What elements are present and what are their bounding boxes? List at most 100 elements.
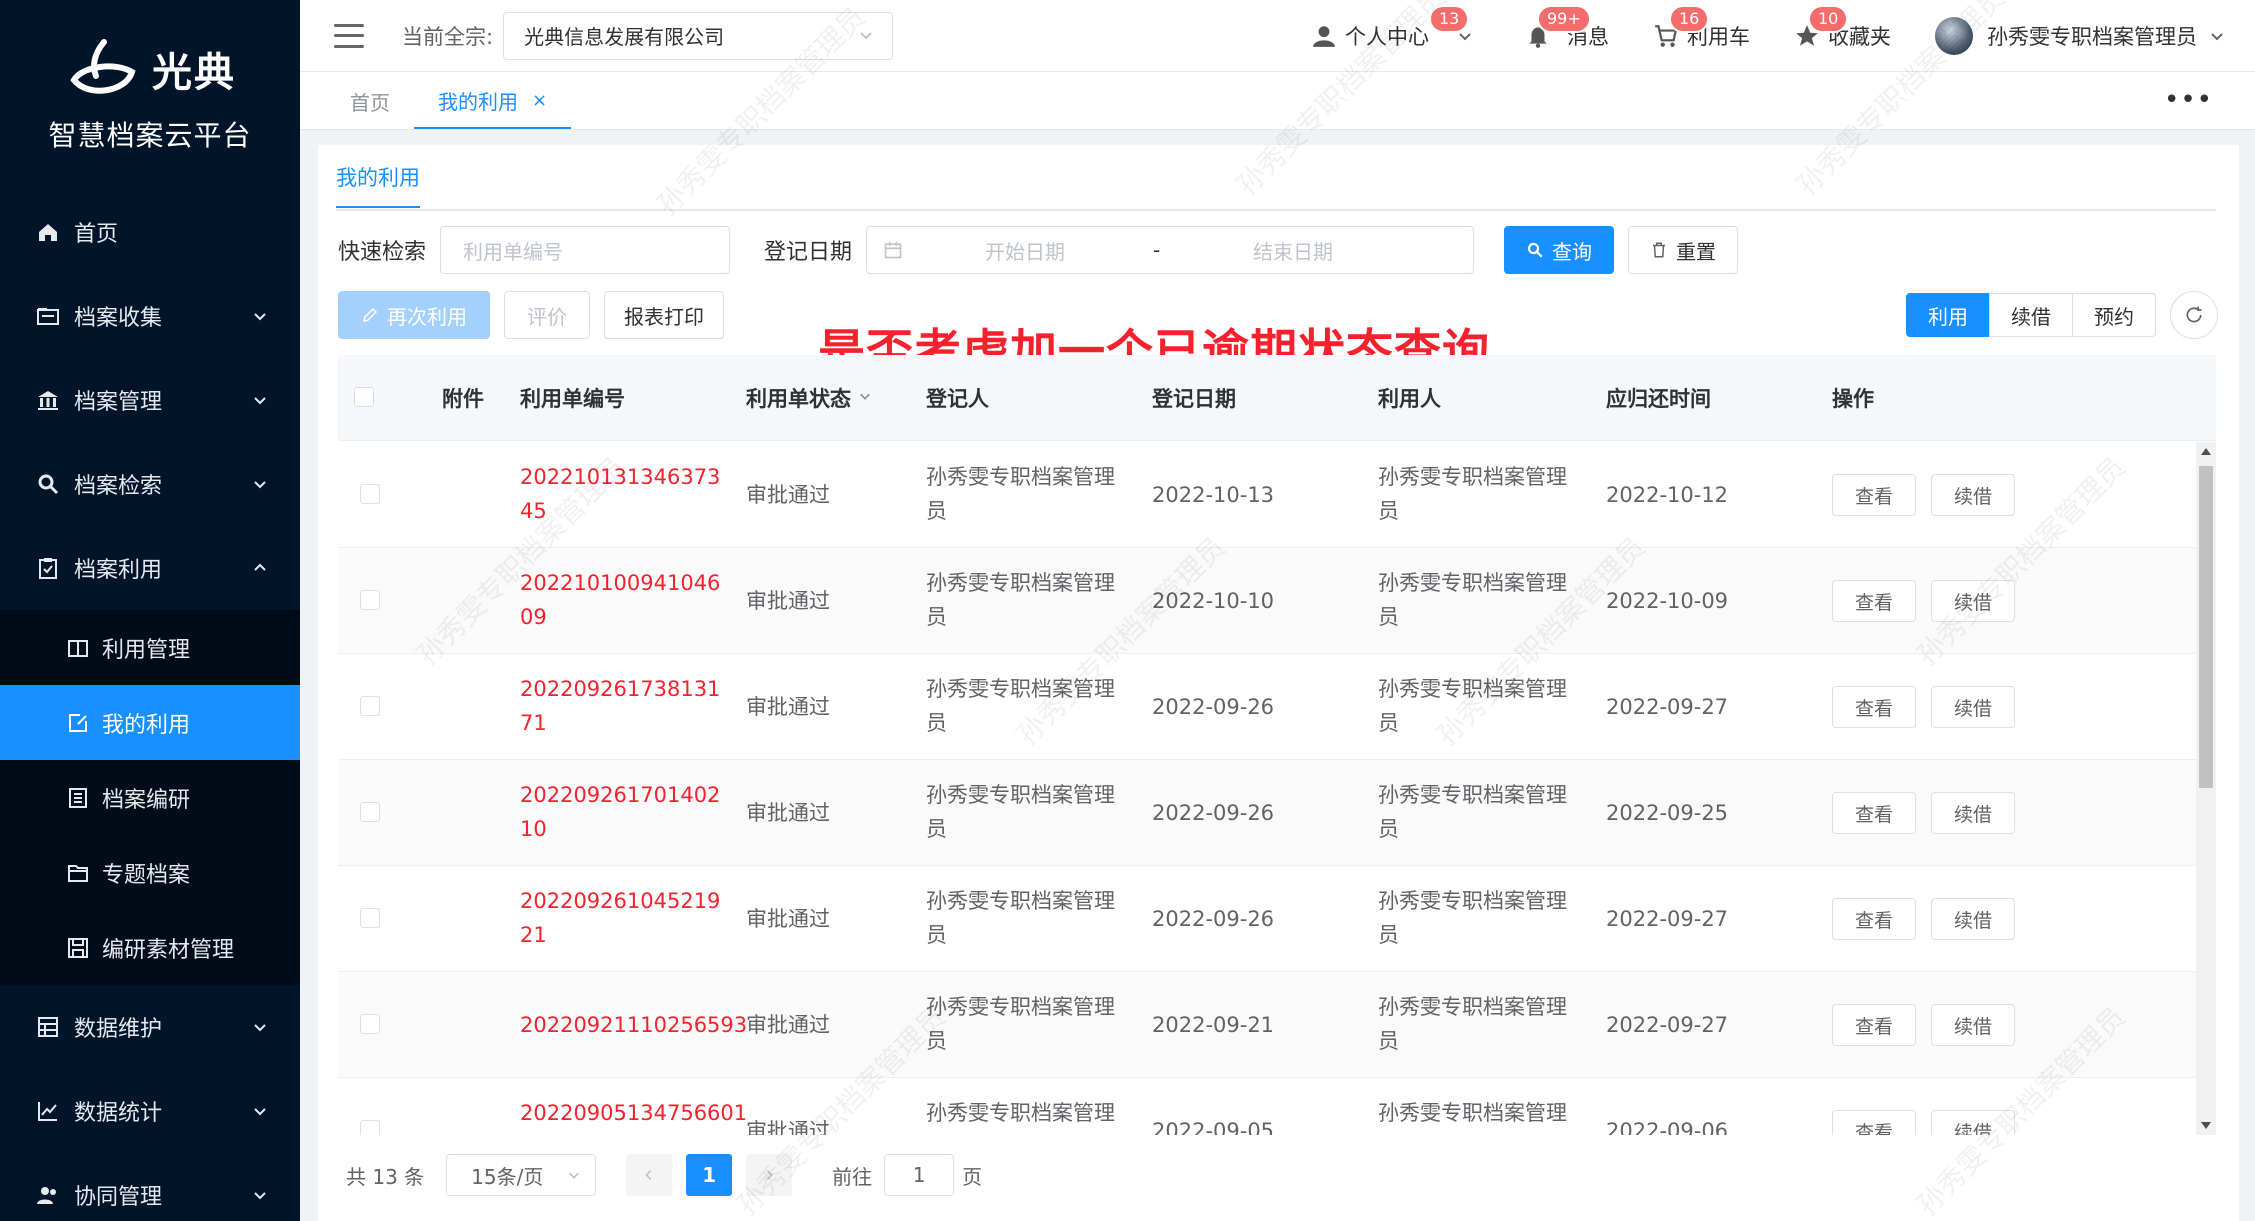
sidebar-subitem-topic[interactable]: 专题档案	[0, 835, 300, 910]
row-code[interactable]: 20221013134637345	[520, 460, 730, 528]
reg-date-range[interactable]: 开始日期 - 结束日期	[866, 226, 1475, 274]
renew-button[interactable]: 续借	[1931, 686, 2015, 728]
folder-icon	[36, 304, 60, 328]
document-list-icon	[66, 786, 90, 810]
evaluate-button[interactable]: 评价	[504, 291, 590, 339]
toolbar: 再次利用 评价 报表打印	[338, 291, 724, 339]
row-status: 审批通过	[746, 907, 830, 931]
book-open-icon	[66, 636, 90, 660]
row-checkbox[interactable]	[360, 908, 380, 928]
fonds-label: 当前全宗:	[402, 24, 494, 49]
tab-label: 我的利用	[438, 89, 518, 114]
scroll-up-icon[interactable]	[2201, 448, 2211, 455]
row-user: 孙秀雯专职档案管理员	[1378, 889, 1567, 947]
date-separator: -	[1153, 238, 1161, 262]
inner-tab-my-utilize[interactable]: 我的利用	[336, 162, 420, 208]
chevron-down-icon	[254, 1108, 266, 1116]
query-button[interactable]: 查询	[1504, 226, 1615, 274]
row-code[interactable]: 20221010094104609	[520, 566, 730, 634]
renew-button[interactable]: 续借	[1931, 580, 2015, 622]
goto-label: 前往	[832, 1164, 873, 1189]
sidebar-item-label: 数据维护	[74, 1017, 163, 1042]
row-registrant: 孙秀雯专职档案管理员	[926, 783, 1115, 841]
refresh-button[interactable]	[2170, 291, 2218, 339]
scroll-down-icon[interactable]	[2201, 1122, 2211, 1129]
row-checkbox[interactable]	[360, 1014, 380, 1034]
favorites-button[interactable]: 10 收藏夹	[1794, 5, 1891, 51]
row-code[interactable]: 20220921110256593	[520, 1008, 747, 1042]
renew-button[interactable]: 续借	[1931, 474, 2015, 516]
sidebar-item-collect[interactable]: 档案收集	[0, 274, 300, 358]
row-checkbox[interactable]	[360, 590, 380, 610]
row-checkbox[interactable]	[360, 484, 380, 504]
messages-badge: 99+	[1537, 5, 1591, 33]
more-icon[interactable]: •••	[2164, 87, 2213, 113]
chevron-down-icon	[860, 31, 872, 39]
goto-page-input[interactable]: 1	[884, 1154, 955, 1196]
sidebar-item-home[interactable]: 首页	[0, 190, 300, 274]
sidebar-subitem-utilize-manage[interactable]: 利用管理	[0, 610, 300, 685]
select-all-checkbox[interactable]	[354, 387, 374, 407]
scrollbar-thumb[interactable]	[2199, 466, 2213, 788]
view-button[interactable]: 查看	[1832, 686, 1916, 728]
segment-reserve[interactable]: 预约	[2072, 293, 2156, 337]
next-page-button[interactable]	[746, 1154, 793, 1196]
row-code[interactable]: 20220926170140210	[520, 778, 730, 846]
reuse-button[interactable]: 再次利用	[338, 291, 490, 339]
view-button[interactable]: 查看	[1832, 1110, 1916, 1135]
sidebar-subitem-label: 利用管理	[102, 637, 191, 663]
page-size-select[interactable]: 15条/页	[446, 1154, 597, 1196]
print-report-button[interactable]: 报表打印	[604, 291, 724, 339]
view-button[interactable]: 查看	[1832, 580, 1916, 622]
edit-icon	[363, 307, 378, 322]
view-button[interactable]: 查看	[1832, 1004, 1916, 1046]
renew-button[interactable]: 续借	[1931, 1004, 2015, 1046]
sidebar-subitem-material[interactable]: 编研素材管理	[0, 910, 300, 985]
view-button[interactable]: 查看	[1832, 474, 1916, 516]
sort-icon[interactable]	[858, 389, 872, 403]
cart-button[interactable]: 16 利用车	[1653, 5, 1750, 51]
quick-search-input[interactable]: 利用单编号	[440, 226, 731, 274]
renew-button[interactable]: 续借	[1931, 898, 2015, 940]
reset-button[interactable]: 重置	[1628, 226, 1739, 274]
tab-my-utilize[interactable]: 我的利用 ×	[414, 73, 572, 129]
tab-home[interactable]: 首页	[326, 73, 414, 129]
personal-center-dropdown[interactable]: 个人中心 13	[1311, 5, 1481, 51]
row-checkbox[interactable]	[360, 1120, 380, 1135]
sidebar-item-utilize[interactable]: 档案利用	[0, 526, 300, 610]
sidebar-item-data-maintain[interactable]: 数据维护	[0, 985, 300, 1069]
row-code[interactable]: 20220926104521921	[520, 884, 730, 952]
table-scrollbar[interactable]	[2196, 442, 2216, 1135]
row-code[interactable]: 20220926173813171	[520, 672, 730, 740]
sidebar-item-manage[interactable]: 档案管理	[0, 358, 300, 442]
view-button[interactable]: 查看	[1832, 898, 1916, 940]
sidebar-item-collab[interactable]: 协同管理	[0, 1153, 300, 1221]
renew-button[interactable]: 续借	[1931, 1110, 2015, 1135]
row-checkbox[interactable]	[360, 696, 380, 716]
row-code[interactable]: 20220905134756601	[520, 1096, 747, 1130]
row-checkbox[interactable]	[360, 802, 380, 822]
menu-toggle-icon[interactable]	[334, 23, 364, 48]
sidebar-subitem-compile[interactable]: 档案编研	[0, 760, 300, 835]
renew-button[interactable]: 续借	[1931, 792, 2015, 834]
fonds-select[interactable]: 光典信息发展有限公司	[503, 11, 894, 60]
close-icon[interactable]: ×	[532, 90, 547, 111]
sidebar-subitem-label: 我的利用	[102, 712, 191, 738]
segment-utilize[interactable]: 利用	[1906, 293, 1990, 337]
prev-page-button[interactable]	[626, 1154, 673, 1196]
page-number-current[interactable]: 1	[686, 1154, 733, 1196]
sidebar-subitem-my-utilize[interactable]: 我的利用	[0, 685, 300, 760]
user-menu[interactable]: 孙秀雯专职档案管理员	[1935, 17, 2225, 55]
row-reg-date: 2022-09-26	[1152, 907, 1275, 931]
home-icon	[36, 220, 60, 244]
segment-renew[interactable]: 续借	[1989, 293, 2073, 337]
end-date-placeholder: 结束日期	[1253, 239, 1334, 264]
sidebar-item-search[interactable]: 档案检索	[0, 442, 300, 526]
view-button[interactable]: 查看	[1832, 792, 1916, 834]
col-attachment: 附件	[442, 387, 484, 411]
col-status[interactable]: 利用单状态	[746, 383, 851, 413]
messages-button[interactable]: 99+ 消息	[1525, 5, 1609, 51]
sidebar-item-statistics[interactable]: 数据统计	[0, 1069, 300, 1153]
row-due-date: 2022-09-27	[1606, 695, 1729, 719]
clipboard-check-icon	[36, 556, 60, 580]
